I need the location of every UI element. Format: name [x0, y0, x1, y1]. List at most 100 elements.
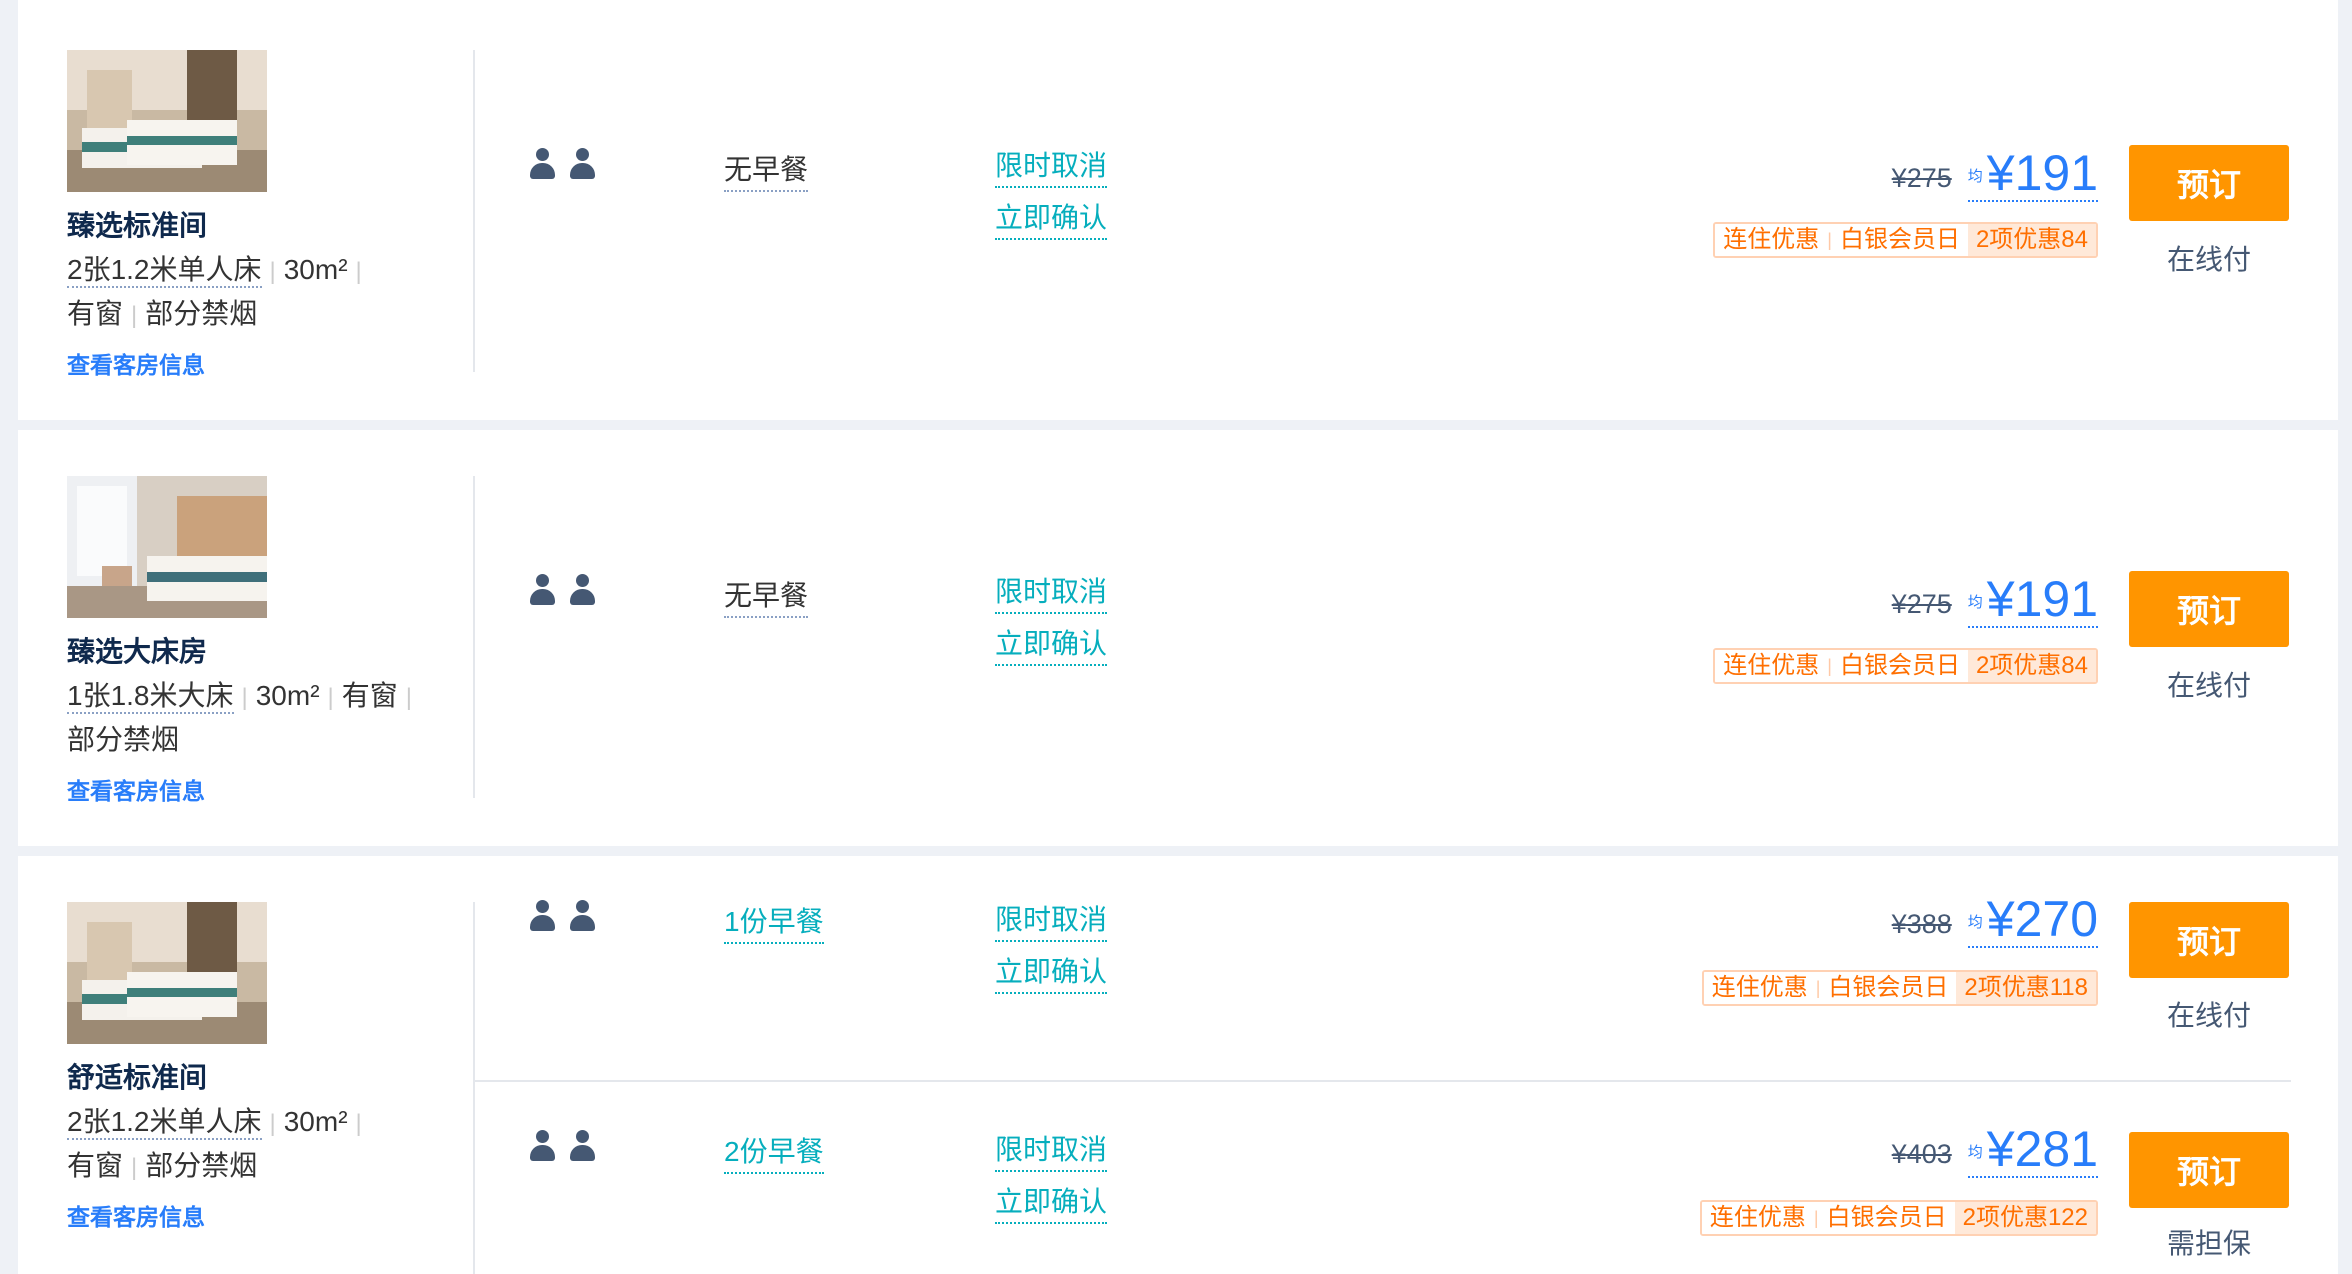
avg-label: 均	[1967, 1144, 1983, 1161]
payment-type[interactable]: 在线付	[2129, 664, 2289, 704]
promo-tags[interactable]: 连住优惠 | 白银会员日 2项优惠84	[1713, 648, 2098, 684]
price-line: ¥388 均 ¥270	[1892, 894, 2098, 948]
original-price: ¥388	[1891, 909, 1952, 939]
room-list: 臻选标准间 2张1.2米单人床 | 30m² | 有窗 | 部分禁烟 查看客房信息 无早餐…	[0, 0, 2352, 1274]
book-button[interactable]: 预订	[2129, 571, 2289, 647]
room-name: 舒适标准间	[67, 1062, 208, 1093]
breakfast-info[interactable]: 2份早餐	[724, 1130, 824, 1174]
guest-capacity[interactable]	[528, 900, 596, 932]
promo-tag: 连住优惠	[1715, 224, 1828, 256]
bed-type[interactable]: 2张1.2米单人床	[67, 1106, 262, 1140]
person-icon	[528, 900, 556, 932]
room-card: 臻选标准间 2张1.2米单人床 | 30m² | 有窗 | 部分禁烟 查看客房信息 无早餐…	[18, 0, 2338, 420]
column-divider	[473, 50, 475, 372]
guest-capacity[interactable]	[528, 1130, 596, 1162]
room-area: 30m²	[255, 680, 320, 711]
view-room-info-link[interactable]: 查看客房信息	[67, 1198, 205, 1232]
person-icon	[528, 574, 556, 606]
payment-type[interactable]: 在线付	[2129, 994, 2289, 1034]
smoking-info: 部分禁烟	[145, 298, 258, 329]
book-button[interactable]: 预订	[2129, 1132, 2289, 1208]
column-divider	[473, 902, 475, 1274]
cancel-policy[interactable]: 限时取消	[995, 570, 1108, 614]
price-area: ¥275 均 ¥191 连住优惠 | 白银会员日 2项优惠84	[1518, 566, 2098, 706]
view-room-info-link[interactable]: 查看客房信息	[67, 346, 205, 380]
room-card: 臻选大床房 1张1.8米大床 | 30m² | 有窗 | 部分禁烟 查看客房信息 无早餐 …	[18, 430, 2338, 846]
price-area: ¥403 均 ¥281 连住优惠 | 白银会员日 2项优惠122	[1518, 1124, 2098, 1264]
original-price: ¥275	[1891, 589, 1952, 619]
promo-tag: 白银会员日	[1831, 650, 1968, 682]
original-price: ¥403	[1891, 1139, 1952, 1169]
breakfast-info[interactable]: 1份早餐	[724, 900, 824, 944]
room-area: 30m²	[283, 1106, 348, 1137]
confirm-policy[interactable]: 立即确认	[995, 196, 1108, 240]
average-price[interactable]: 均 ¥191	[1967, 571, 2098, 628]
promo-total: 2项优惠122	[1954, 1202, 2096, 1234]
guest-capacity[interactable]	[528, 574, 596, 606]
promo-tag: 连住优惠	[1703, 972, 1816, 1004]
promo-tag: 连住优惠	[1715, 650, 1828, 682]
price-area: ¥388 均 ¥270 连住优惠 | 白银会员日 2项优惠118	[1518, 894, 2098, 1034]
original-price: ¥275	[1891, 163, 1952, 193]
price-line: ¥275 均 ¥191	[1892, 574, 2098, 628]
guest-capacity[interactable]	[528, 148, 596, 180]
average-price[interactable]: 均 ¥270	[1967, 891, 2098, 948]
promo-tag: 白银会员日	[1831, 224, 1968, 256]
window-info: 有窗	[67, 298, 124, 329]
room-specs: 2张1.2米单人床 | 30m² |	[67, 248, 370, 288]
cancel-policy[interactable]: 限时取消	[995, 1128, 1108, 1172]
promo-tags[interactable]: 连住优惠 | 白银会员日 2项优惠118	[1701, 970, 2098, 1006]
book-button[interactable]: 预订	[2129, 145, 2289, 221]
current-price: ¥191	[1986, 571, 2098, 627]
price-area: ¥275 均 ¥191 连住优惠 | 白银会员日 2项优惠84	[1518, 140, 2098, 280]
promo-tag: 连住优惠	[1701, 1202, 1814, 1234]
window-info: 有窗	[341, 680, 398, 711]
average-price[interactable]: 均 ¥281	[1967, 1124, 2098, 1178]
confirm-policy[interactable]: 立即确认	[995, 950, 1108, 994]
room-photo[interactable]	[67, 476, 267, 618]
promo-tag: 白银会员日	[1818, 1202, 1955, 1234]
breakfast-info[interactable]: 无早餐	[724, 148, 809, 192]
payment-type[interactable]: 在线付	[2129, 238, 2289, 278]
room-specs: 1张1.8米大床 | 30m² | 有窗 |	[67, 674, 420, 714]
bed-type[interactable]: 1张1.8米大床	[67, 680, 234, 714]
current-price: ¥270	[1986, 891, 2098, 947]
room-card: 舒适标准间 2张1.2米单人床 | 30m² | 有窗 | 部分禁烟 查看客房信息 1份早…	[18, 856, 2338, 1274]
promo-total: 2项优惠84	[1967, 650, 2096, 682]
room-photo[interactable]	[67, 50, 267, 192]
view-room-info-link[interactable]: 查看客房信息	[67, 772, 205, 806]
room-specs: 有窗 | 部分禁烟	[67, 1150, 258, 1181]
person-icon	[528, 148, 556, 180]
person-icon	[568, 574, 596, 606]
cancel-policy[interactable]: 限时取消	[995, 144, 1108, 188]
book-button[interactable]: 预订	[2129, 902, 2289, 978]
person-icon	[528, 1130, 556, 1162]
room-specs: 2张1.2米单人床 | 30m² |	[67, 1100, 370, 1140]
price-line: ¥275 均 ¥191	[1892, 148, 2098, 202]
room-name: 臻选标准间	[67, 210, 208, 241]
average-price[interactable]: 均 ¥191	[1967, 145, 2098, 202]
smoking-info: 部分禁烟	[67, 724, 180, 755]
person-icon	[568, 1130, 596, 1162]
room-photo[interactable]	[67, 902, 267, 1044]
room-specs: 有窗 | 部分禁烟	[67, 298, 258, 329]
current-price: ¥191	[1986, 145, 2098, 201]
smoking-info: 部分禁烟	[145, 1150, 258, 1181]
room-name: 臻选大床房	[67, 636, 208, 667]
person-icon	[568, 900, 596, 932]
avg-label: 均	[1967, 914, 1983, 931]
confirm-policy[interactable]: 立即确认	[995, 622, 1108, 666]
offer-divider	[475, 1080, 2291, 1082]
cancel-policy[interactable]: 限时取消	[995, 898, 1108, 942]
column-divider	[473, 476, 475, 798]
promo-tag: 白银会员日	[1820, 972, 1957, 1004]
bed-type[interactable]: 2张1.2米单人床	[67, 254, 262, 288]
promo-tags[interactable]: 连住优惠 | 白银会员日 2项优惠84	[1713, 222, 2098, 258]
confirm-policy[interactable]: 立即确认	[995, 1180, 1108, 1224]
breakfast-info[interactable]: 无早餐	[724, 574, 809, 618]
promo-total: 2项优惠84	[1967, 224, 2096, 256]
room-specs: 部分禁烟	[67, 718, 179, 758]
room-area: 30m²	[283, 254, 348, 285]
promo-tags[interactable]: 连住优惠 | 白银会员日 2项优惠122	[1699, 1200, 2098, 1236]
payment-type[interactable]: 需担保	[2129, 1222, 2289, 1262]
